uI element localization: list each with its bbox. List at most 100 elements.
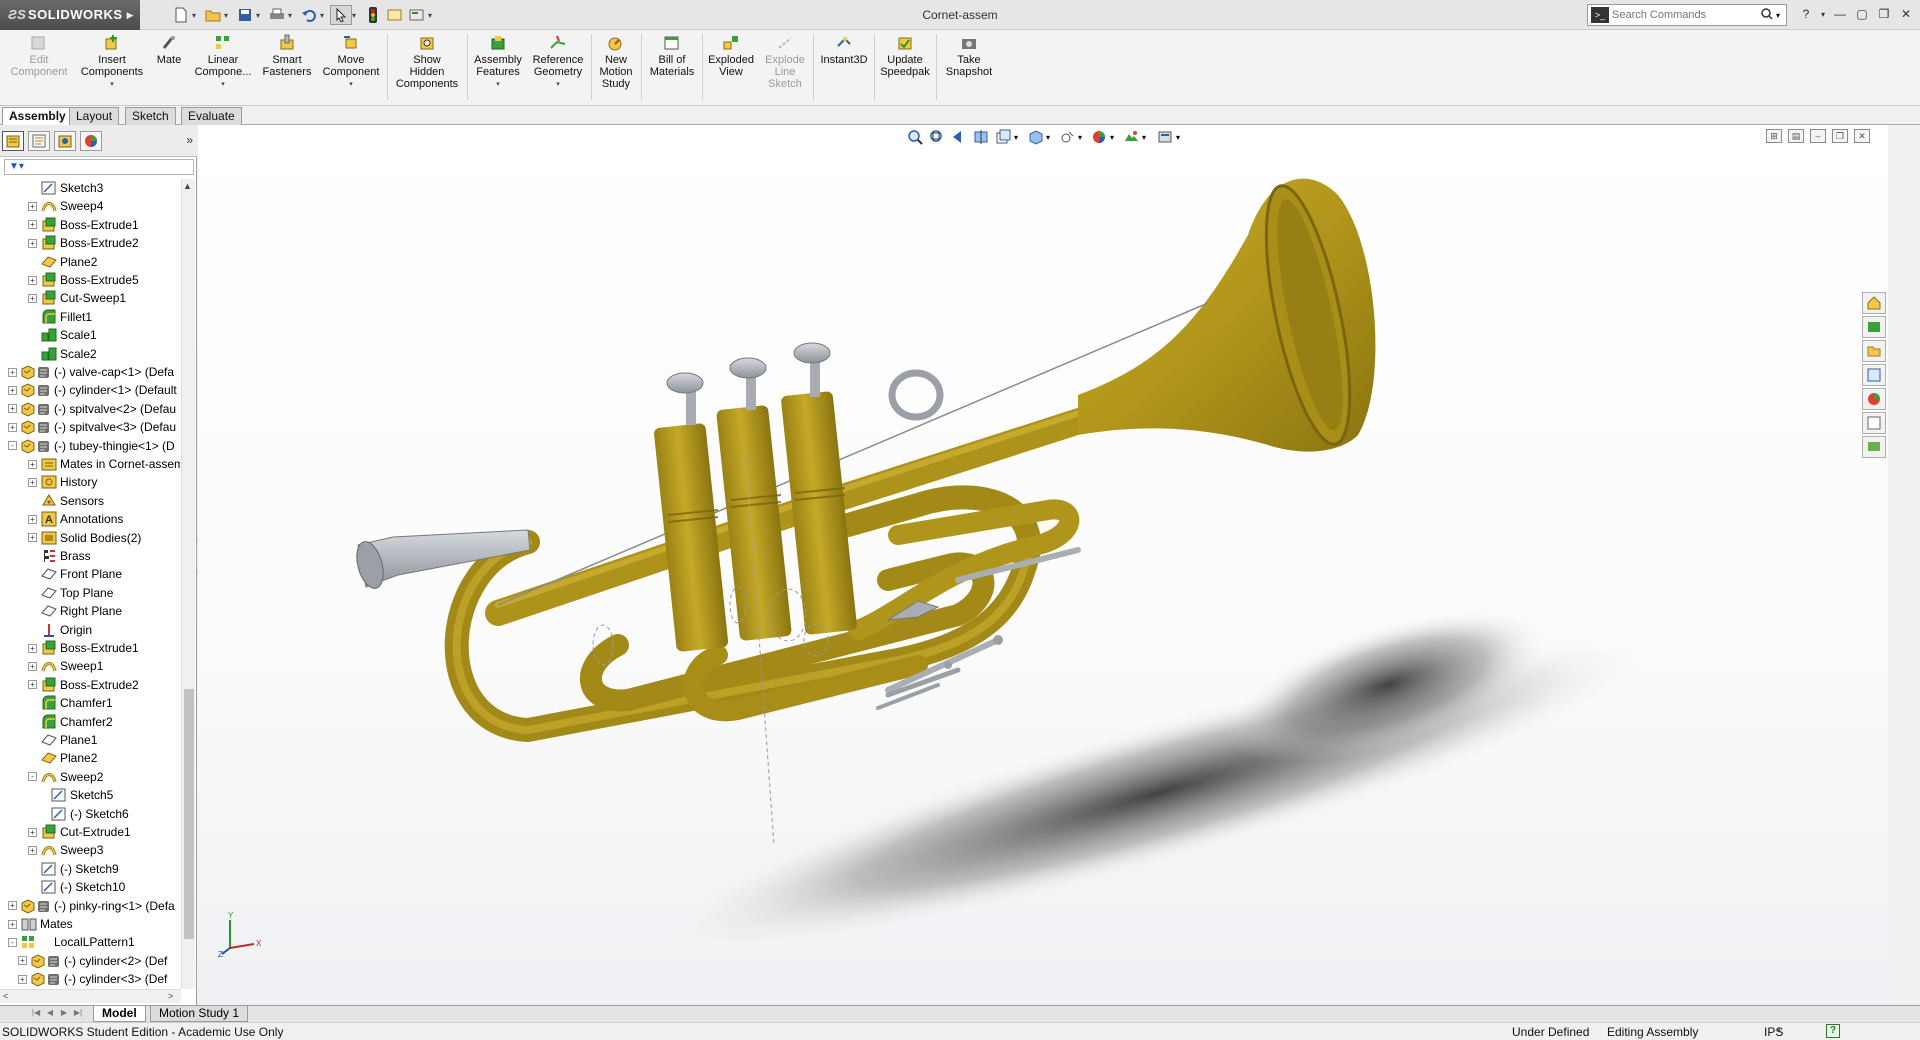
expand-icon[interactable]: + (8, 422, 17, 432)
tree-filter-box[interactable]: ▼▾ (4, 159, 194, 175)
tree-item[interactable]: + (-) pinky-ring<1> (Defa (8, 897, 175, 915)
edit-component-button[interactable]: Edit Component (4, 30, 74, 106)
expand-icon[interactable]: + (28, 220, 37, 230)
expand-icon[interactable]: + (28, 643, 37, 653)
expand-icon[interactable]: + (28, 661, 37, 671)
tree-item[interactable]: - Sweep2 (28, 768, 103, 786)
select-dropdown-icon[interactable]: ▾ (352, 5, 362, 25)
expand-icon[interactable]: + (18, 974, 27, 984)
tree-item[interactable]: + Sweep1 (28, 657, 103, 675)
tree-item[interactable]: Scale1 (28, 326, 97, 344)
move-component-button[interactable]: Move Component ▾ (318, 30, 384, 106)
expand-icon[interactable]: + (8, 385, 17, 395)
scrollbar-thumb[interactable] (184, 689, 194, 939)
graphics-area[interactable]: ▾ ▾ ▾ ▾ ▾ ▾ ⊞ ▤ – ❐ ✕ Y X Z (198, 125, 1888, 1005)
tree-item[interactable]: Top Plane (28, 584, 113, 602)
open-folder-icon[interactable] (202, 5, 224, 25)
solidworks-logo[interactable]: ƧS SOLIDWORKS ▶ (0, 0, 140, 30)
tree-item[interactable]: + Boss-Extrude2 (28, 234, 139, 252)
tree-item[interactable]: Sensors (28, 492, 104, 510)
custom-properties-icon[interactable] (1862, 412, 1886, 434)
tree-item[interactable]: + Sweep4 (28, 197, 103, 215)
tab-sketch[interactable]: Sketch (125, 107, 176, 125)
tree-item[interactable]: Scale2 (28, 345, 97, 363)
tree-item[interactable]: Right Plane (28, 602, 122, 620)
expand-icon[interactable]: + (28, 293, 37, 303)
new-motion-study-button[interactable]: New Motion Study (594, 30, 638, 106)
undo-icon[interactable] (298, 5, 320, 25)
tree-item[interactable]: Sketch5 (38, 786, 113, 804)
scroll-left-icon[interactable]: < (3, 991, 8, 1001)
tree-item[interactable]: + Sweep3 (28, 841, 103, 859)
expand-icon[interactable]: + (28, 477, 37, 487)
expand-icon[interactable]: + (28, 238, 37, 248)
next-tab-icon[interactable]: ▶ (58, 1008, 70, 1020)
exploded-view-button[interactable]: Exploded View (704, 30, 758, 106)
tree-item[interactable]: + Cut-Extrude1 (28, 823, 131, 841)
unit-system-dropdown-icon[interactable]: ▴ (1777, 1025, 1781, 1034)
expand-icon[interactable]: + (8, 367, 17, 377)
expand-icon[interactable]: + (28, 845, 37, 855)
close-icon[interactable]: ✕ (1896, 4, 1916, 24)
save-dropdown-icon[interactable]: ▾ (256, 5, 266, 25)
collapse-icon[interactable]: - (28, 772, 37, 782)
expand-icon[interactable]: + (28, 680, 37, 690)
insert-components-dropdown-icon[interactable]: ▾ (110, 80, 114, 88)
assembly-features-button[interactable]: Assembly Features ▾ (470, 30, 526, 106)
expand-icon[interactable]: + (28, 514, 37, 524)
view-palette-icon[interactable] (1862, 364, 1886, 386)
tree-item[interactable]: + (-) valve-cap<1> (Defa (8, 363, 174, 381)
options-dropdown-icon[interactable]: ▾ (428, 5, 438, 25)
tree-item[interactable]: + Boss-Extrude2 (28, 676, 139, 694)
linear-pattern-dropdown-icon[interactable]: ▾ (221, 80, 225, 88)
tree-item[interactable]: Plane2 (28, 253, 97, 271)
search-input[interactable] (1612, 9, 1758, 21)
tree-item[interactable]: + Mates in Cornet-assem (28, 455, 180, 473)
expand-icon[interactable]: + (28, 275, 37, 285)
solidworks-resources-icon[interactable] (1862, 292, 1886, 314)
tree-item[interactable]: Origin (28, 621, 92, 639)
file-properties-icon[interactable] (384, 5, 406, 25)
instant3d-button[interactable]: Instant3D (816, 30, 872, 106)
tree-item[interactable]: (-) Sketch6 (38, 805, 129, 823)
expand-icon[interactable]: + (28, 827, 37, 837)
move-component-dropdown-icon[interactable]: ▾ (349, 80, 353, 88)
tree-item[interactable]: + Boss-Extrude1 (28, 639, 139, 657)
tree-item[interactable]: + History (28, 473, 97, 491)
new-document-icon[interactable] (170, 5, 192, 25)
tree-item[interactable]: - (-) tubey-thingie<1> (D (8, 437, 175, 455)
expand-icon[interactable]: + (28, 201, 37, 211)
last-tab-icon[interactable]: ▶| (72, 1008, 84, 1020)
tab-assembly[interactable]: Assembly (2, 107, 73, 126)
tree-item[interactable]: + (-) cylinder<3> (Def (18, 970, 167, 988)
tree-item[interactable]: Sketch3 (28, 179, 103, 197)
collapse-icon[interactable]: - (8, 441, 17, 451)
print-icon[interactable] (266, 5, 288, 25)
open-dropdown-icon[interactable]: ▾ (224, 5, 234, 25)
maximize-icon[interactable]: ▢ (1852, 4, 1872, 24)
tree-item[interactable]: Brass (28, 547, 91, 565)
undo-dropdown-icon[interactable]: ▾ (320, 5, 330, 25)
expand-icon[interactable]: + (18, 956, 27, 966)
configuration-manager-tab[interactable] (54, 131, 76, 151)
save-icon[interactable] (234, 5, 256, 25)
show-hidden-components-button[interactable]: Show Hidden Components (390, 30, 464, 106)
search-icon[interactable] (1758, 7, 1776, 23)
property-manager-tab[interactable] (28, 131, 50, 151)
tab-model[interactable]: Model (93, 1006, 146, 1022)
scroll-up-icon[interactable]: ▲ (183, 181, 192, 191)
tree-item[interactable]: Plane2 (28, 749, 97, 767)
tree-item[interactable]: + (-) cylinder<1> (Default (8, 381, 177, 399)
previous-tab-icon[interactable]: ◀ (44, 1008, 56, 1020)
update-speedpak-button[interactable]: Update Speedpak (876, 30, 934, 106)
first-tab-icon[interactable]: |◀ (30, 1008, 42, 1020)
tree-item[interactable]: + Mates (8, 915, 73, 933)
reference-geometry-dropdown-icon[interactable]: ▾ (556, 80, 560, 88)
expand-icon[interactable]: + (8, 901, 17, 911)
search-dropdown-icon[interactable]: ▾ (1776, 11, 1786, 20)
expand-icon[interactable]: + (8, 404, 17, 414)
forum-icon[interactable] (1862, 436, 1886, 458)
tree-vertical-scrollbar[interactable]: ▲ (181, 179, 195, 989)
tree-horizontal-scrollbar[interactable]: < > (0, 989, 181, 1003)
tree-item[interactable]: Chamfer1 (28, 694, 113, 712)
